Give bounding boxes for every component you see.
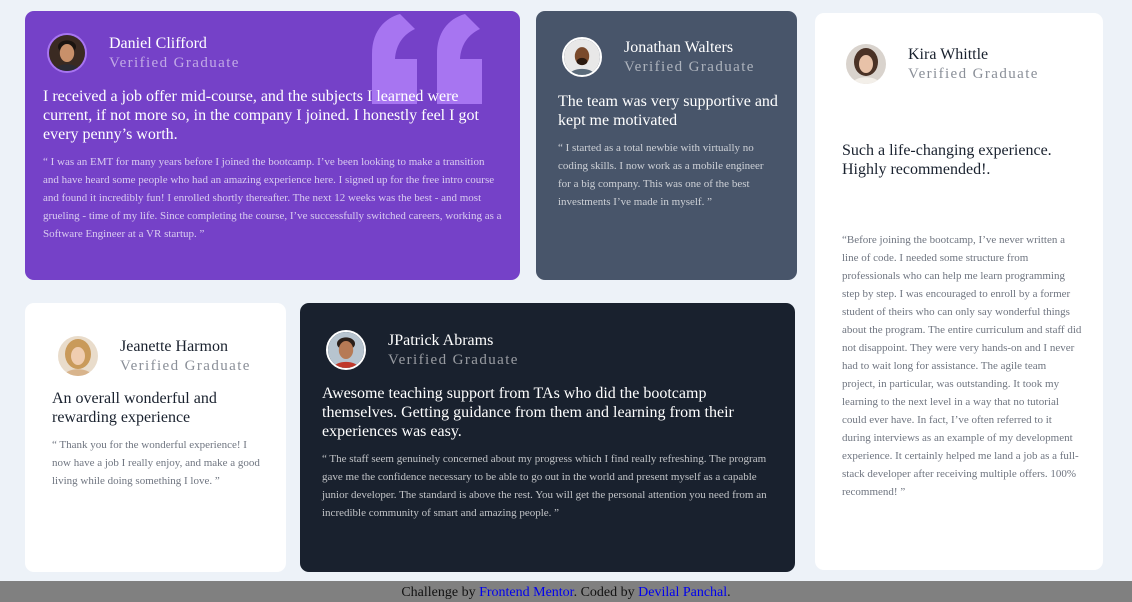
author-role: Verified Graduate: [388, 352, 519, 368]
avatar: [846, 44, 886, 84]
avatar: [562, 37, 602, 77]
testimonial-card-patrick: JPatrick Abrams Verified Graduate Awesom…: [300, 303, 795, 572]
testimonial-card-daniel: Daniel Clifford Verified Graduate I rece…: [25, 11, 520, 280]
author-name: JPatrick Abrams: [388, 332, 494, 349]
testimonial-body: “ I started as a total newbie with virtu…: [558, 142, 764, 208]
frontend-mentor-link[interactable]: Frontend Mentor: [479, 585, 574, 600]
author-link[interactable]: Devilal Panchal: [638, 585, 727, 600]
author-name: Kira Whittle: [908, 46, 989, 63]
attribution-middle: . Coded by: [573, 585, 639, 600]
author-kira: Kira Whittle Verified Graduate: [846, 44, 1039, 84]
testimonial-body: “Before joining the bootcamp, I’ve never…: [842, 234, 1082, 498]
testimonial-headline: Awesome teaching support from TAs who di…: [322, 385, 734, 440]
author-role: Verified Graduate: [908, 66, 1039, 82]
testimonial-headline: The team was very supportive and kept me…: [558, 93, 778, 129]
author-role: Verified Graduate: [120, 358, 251, 374]
testimonial-headline: Such a life-changing experience. Highly …: [842, 142, 1052, 178]
attribution-footer: Challenge by Frontend Mentor. Coded by D…: [0, 581, 1132, 602]
avatar: [326, 330, 366, 370]
author-jonathan: Jonathan Walters Verified Graduate: [562, 37, 755, 77]
author-jeanette: Jeanette Harmon Verified Graduate: [58, 336, 251, 376]
testimonial-body: “ The staff seem genuinely concerned abo…: [322, 453, 767, 519]
testimonial-card-jonathan: Jonathan Walters Verified Graduate The t…: [536, 11, 797, 280]
avatar: [47, 33, 87, 73]
author-name: Jeanette Harmon: [120, 338, 228, 355]
attribution-prefix: Challenge by: [401, 585, 480, 600]
testimonial-body: “ Thank you for the wonderful experience…: [52, 439, 260, 487]
testimonial-body: “ I was an EMT for many years before I j…: [43, 156, 502, 240]
author-patrick: JPatrick Abrams Verified Graduate: [326, 330, 519, 370]
avatar: [58, 336, 98, 376]
author-name: Jonathan Walters: [624, 39, 734, 56]
author-role: Verified Graduate: [624, 59, 755, 75]
testimonial-headline: I received a job offer mid-course, and t…: [43, 88, 479, 143]
author-role: Verified Graduate: [109, 55, 240, 71]
testimonial-headline: An overall wonderful and rewarding exper…: [52, 390, 217, 426]
testimonial-card-kira: Kira Whittle Verified Graduate Such a li…: [815, 13, 1103, 570]
attribution-suffix: .: [727, 585, 731, 600]
author-daniel: Daniel Clifford Verified Graduate: [47, 33, 240, 73]
author-name: Daniel Clifford: [109, 35, 207, 52]
testimonial-card-jeanette: Jeanette Harmon Verified Graduate An ove…: [25, 303, 286, 572]
